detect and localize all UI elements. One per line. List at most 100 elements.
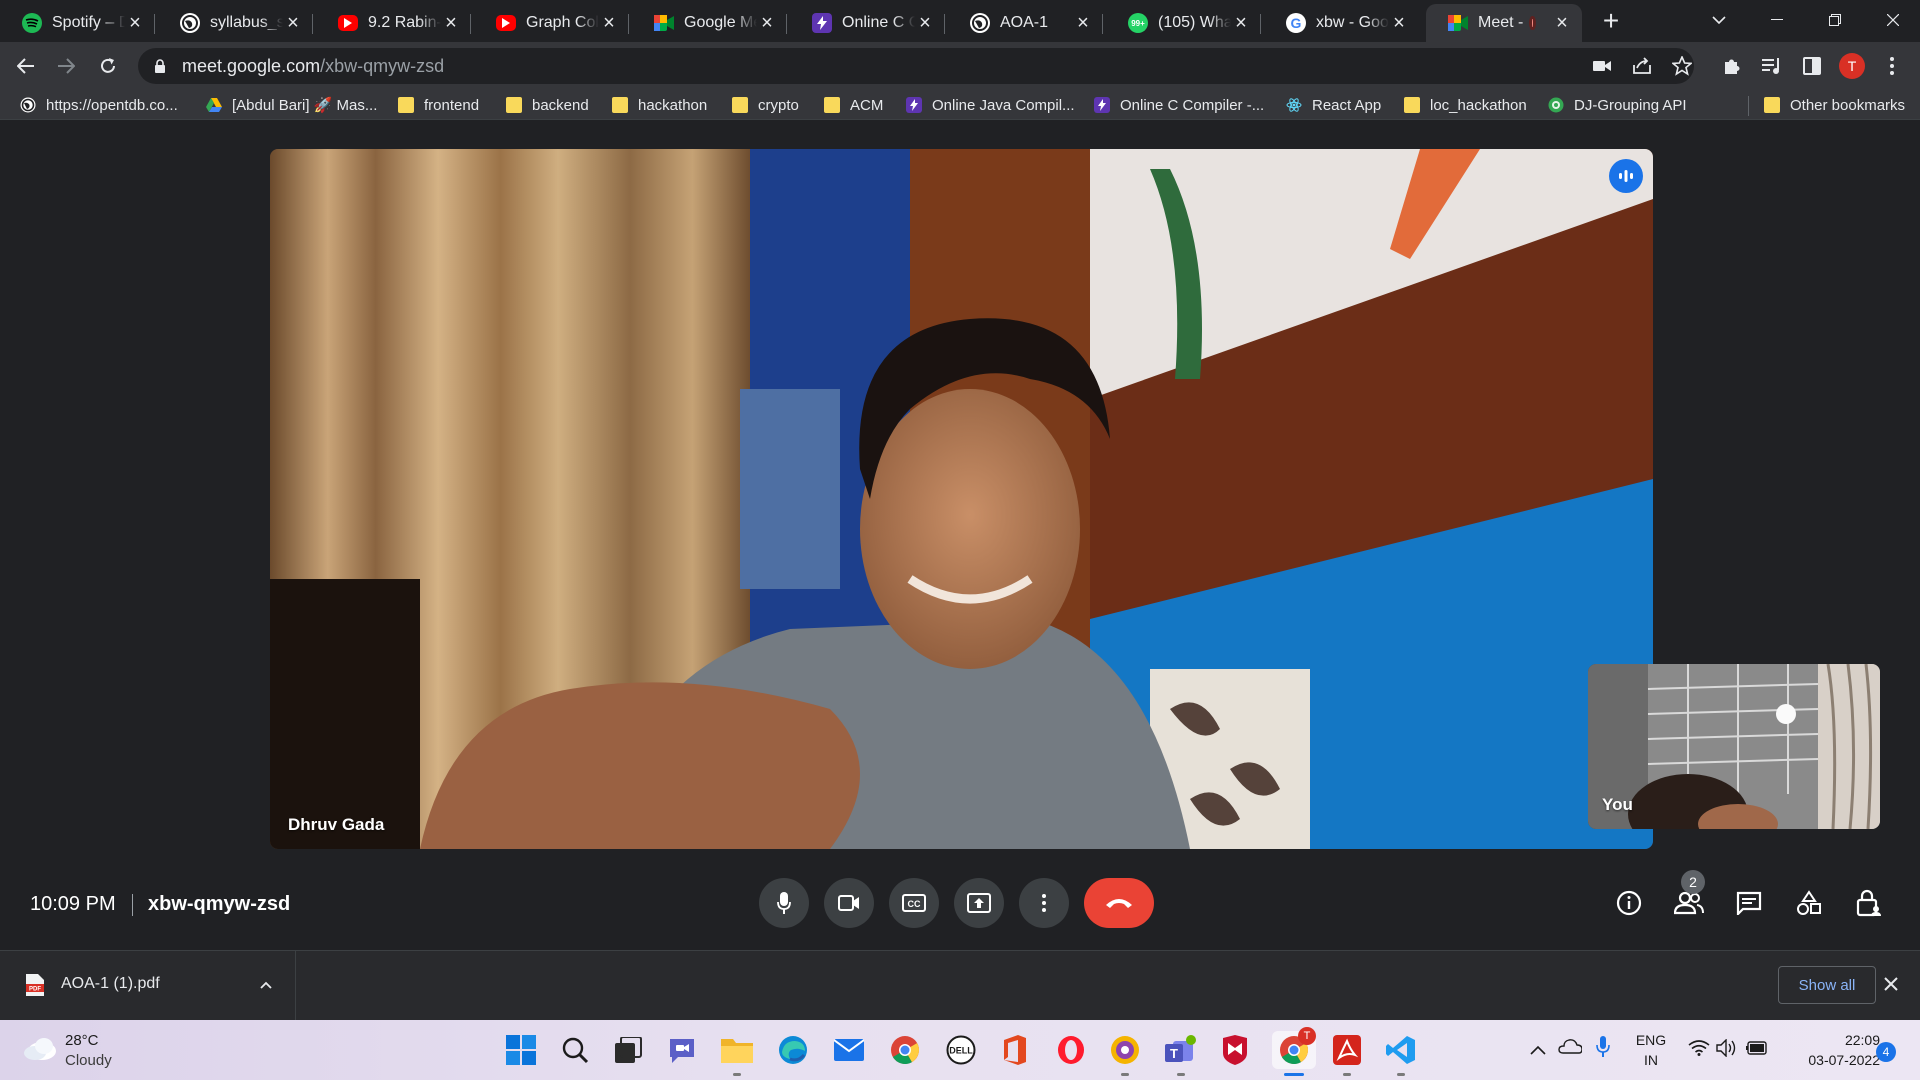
tab-spotify[interactable]: Spotify – Dat ×	[0, 4, 155, 42]
battery-icon[interactable]	[1746, 1041, 1768, 1060]
participant-tile-self[interactable]: You	[1588, 664, 1880, 829]
close-tab-icon[interactable]: ×	[1073, 13, 1093, 33]
tab-syllabus[interactable]: syllabus_sem ×	[158, 4, 313, 42]
bookmark-star-icon[interactable]	[1668, 52, 1696, 80]
download-item[interactable]: PDF AOA-1 (1).pdf	[0, 951, 296, 1021]
bookmark-folder-loc-hackathon[interactable]: loc_hackathon	[1404, 93, 1527, 117]
clock-time[interactable]: 22:09	[1784, 1032, 1880, 1048]
lock-icon[interactable]	[154, 59, 166, 73]
weather-cloudy-icon[interactable]	[22, 1034, 58, 1062]
globe-icon	[180, 13, 200, 33]
close-tab-icon[interactable]: ×	[283, 13, 303, 33]
host-controls-button[interactable]	[1851, 885, 1887, 921]
brave-like-icon[interactable]	[1106, 1031, 1144, 1076]
leave-call-button[interactable]	[1084, 878, 1154, 928]
close-tab-icon[interactable]: ×	[599, 13, 619, 33]
tab-whatsapp[interactable]: 99+ (105) WhatsA ×	[1106, 4, 1261, 42]
back-icon[interactable]	[10, 50, 42, 82]
restore-icon[interactable]	[1806, 0, 1864, 40]
camera-in-use-icon[interactable]	[1588, 52, 1616, 80]
onedrive-icon[interactable]	[1558, 1038, 1583, 1059]
present-screen-button[interactable]	[954, 878, 1004, 928]
minimize-icon[interactable]	[1748, 0, 1806, 40]
file-explorer-icon[interactable]	[718, 1031, 756, 1076]
side-panel-icon[interactable]	[1798, 52, 1826, 80]
media-control-icon[interactable]	[1758, 52, 1786, 80]
menu-kebab-icon[interactable]	[1878, 52, 1906, 80]
close-tab-icon[interactable]: ×	[125, 13, 145, 33]
chat-button[interactable]	[1731, 885, 1767, 921]
language-bottom[interactable]: IN	[1634, 1052, 1668, 1068]
close-tab-icon[interactable]: ×	[441, 13, 461, 33]
mcafee-icon[interactable]	[1216, 1031, 1254, 1069]
tab-search-icon[interactable]	[1690, 0, 1748, 40]
running-indicator	[1121, 1073, 1129, 1076]
activities-button[interactable]	[1791, 885, 1827, 921]
acrobat-icon[interactable]	[1328, 1031, 1366, 1076]
office-icon[interactable]	[996, 1031, 1034, 1069]
close-tab-icon[interactable]: ×	[1231, 13, 1251, 33]
close-tab-icon[interactable]: ×	[1389, 13, 1409, 33]
microphone-button[interactable]	[759, 878, 809, 928]
profile-avatar[interactable]: T	[1838, 52, 1866, 80]
running-indicator	[1343, 1073, 1351, 1076]
search-icon[interactable]	[556, 1031, 594, 1069]
address-bar[interactable]: meet.google.com/xbw-qmyw-zsd	[138, 48, 1694, 84]
chevron-up-icon[interactable]	[260, 981, 272, 989]
reload-icon[interactable]	[92, 50, 124, 82]
tab-graph-colouring[interactable]: Graph Colour ×	[474, 4, 629, 42]
camera-button[interactable]	[824, 878, 874, 928]
bookmark-react-app[interactable]: React App	[1286, 93, 1381, 117]
share-icon[interactable]	[1628, 52, 1656, 80]
bookmark-folder-crypto[interactable]: crypto	[732, 93, 799, 117]
tab-online-c-compiler[interactable]: Online C Com ×	[790, 4, 945, 42]
bookmark-abdul-bari[interactable]: [Abdul Bari] 🚀 Mas...	[206, 93, 377, 117]
language-top[interactable]: ENG	[1634, 1032, 1668, 1048]
bookmark-online-c[interactable]: Online C Compiler -...	[1094, 93, 1264, 117]
close-tab-icon[interactable]: ×	[915, 13, 935, 33]
windows-start-icon[interactable]	[502, 1031, 540, 1069]
more-options-button[interactable]	[1019, 878, 1069, 928]
new-tab-button[interactable]: +	[1596, 6, 1626, 36]
bookmark-online-java[interactable]: Online Java Compil...	[906, 93, 1075, 117]
forward-icon[interactable]	[50, 50, 82, 82]
edge-icon[interactable]	[774, 1031, 812, 1069]
bookmark-opentdb[interactable]: https://opentdb.co...	[20, 93, 178, 117]
close-window-icon[interactable]	[1864, 0, 1920, 40]
clock-date[interactable]: 03-07-2022	[1784, 1052, 1880, 1068]
opera-icon[interactable]	[1052, 1031, 1090, 1069]
close-tab-icon[interactable]: ×	[757, 13, 777, 33]
extensions-icon[interactable]	[1718, 52, 1746, 80]
tab-rabin-karp[interactable]: 9.2 Rabin-Ka ×	[316, 4, 471, 42]
bookmark-dj-grouping[interactable]: DJ-Grouping API	[1548, 93, 1687, 117]
captions-button[interactable]: CC	[889, 878, 939, 928]
bookmark-other[interactable]: Other bookmarks	[1764, 93, 1905, 117]
dell-icon[interactable]: DELL	[942, 1031, 980, 1069]
notification-badge[interactable]: 4	[1876, 1042, 1896, 1062]
participant-tile-main[interactable]: Dhruv Gada	[270, 149, 1653, 849]
wifi-icon[interactable]	[1688, 1040, 1710, 1061]
tab-google-meet[interactable]: Google Meet ×	[632, 4, 787, 42]
tab-meet-active[interactable]: Meet - ×	[1426, 4, 1582, 42]
meeting-details-button[interactable]	[1611, 885, 1647, 921]
mic-tray-icon[interactable]	[1596, 1036, 1610, 1063]
close-shelf-icon[interactable]	[1884, 973, 1898, 995]
tab-aoa-1[interactable]: AOA-1 ×	[948, 4, 1103, 42]
teams-chat-icon[interactable]	[664, 1031, 702, 1069]
mail-icon[interactable]	[830, 1031, 868, 1069]
show-hidden-icons[interactable]	[1530, 1042, 1546, 1060]
bookmark-folder-hackathon[interactable]: hackathon	[612, 93, 707, 117]
bookmark-folder-backend[interactable]: backend	[506, 93, 589, 117]
show-all-downloads-button[interactable]: Show all	[1778, 966, 1876, 1004]
close-tab-icon[interactable]: ×	[1552, 13, 1572, 33]
globe-icon	[20, 97, 36, 113]
chrome-taskbar-icon[interactable]	[886, 1031, 924, 1069]
tab-xbw-google[interactable]: G xbw - Google ×	[1264, 4, 1419, 42]
chrome-taskbar-active[interactable]: T	[1272, 1027, 1316, 1076]
teams-icon[interactable]: T	[1162, 1031, 1200, 1076]
volume-icon[interactable]	[1716, 1038, 1738, 1062]
bookmark-folder-acm[interactable]: ACM	[824, 93, 883, 117]
vscode-icon[interactable]	[1382, 1031, 1420, 1076]
task-view-icon[interactable]	[610, 1031, 648, 1069]
bookmark-folder-frontend[interactable]: frontend	[398, 93, 479, 117]
